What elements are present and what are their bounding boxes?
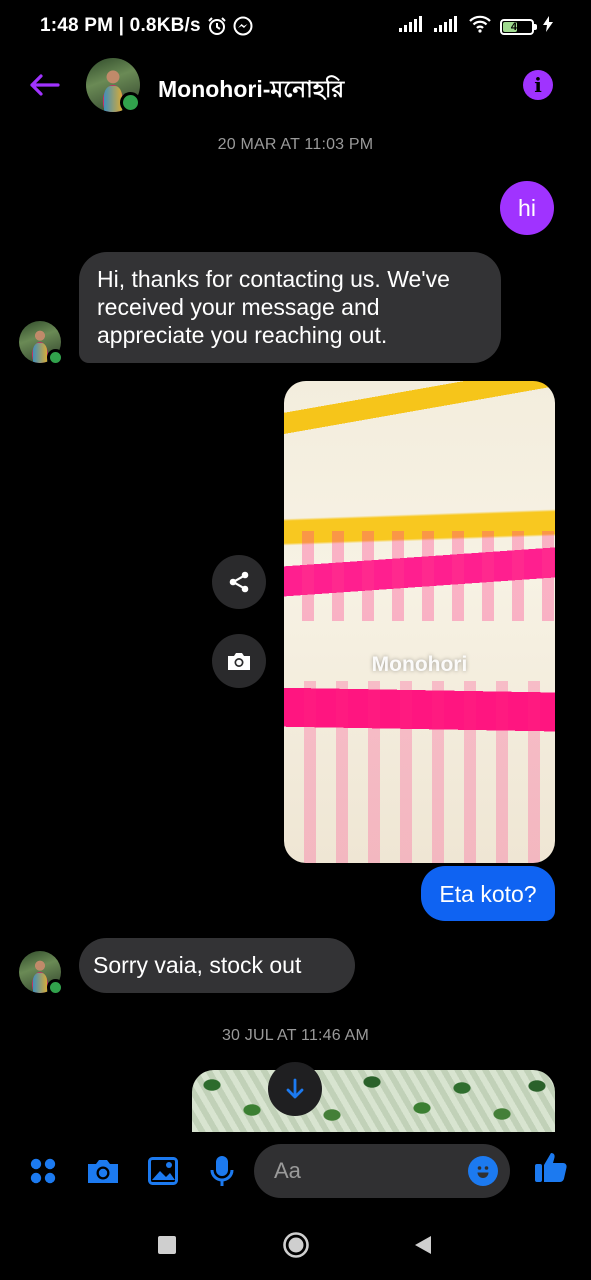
status-time-speed: 1:48 PM | 0.8KB/s bbox=[40, 15, 201, 36]
messenger-screen: 1:48 PM | 0.8KB/s 47 Monohori-মনোহরি i 2… bbox=[0, 0, 591, 1280]
incoming-avatar-2[interactable] bbox=[19, 951, 64, 996]
outgoing-message-hi[interactable]: hi bbox=[500, 181, 554, 235]
like-button[interactable] bbox=[534, 1150, 568, 1184]
timestamp-2: 30 JUL AT 11:46 AM bbox=[221, 1027, 370, 1044]
battery-icon: 47 bbox=[500, 18, 537, 35]
photo-watermark: Monohori bbox=[371, 653, 468, 676]
messenger-notification-icon bbox=[233, 16, 253, 36]
scroll-to-bottom-button[interactable] bbox=[268, 1062, 322, 1116]
triangle-back-icon bbox=[415, 1236, 431, 1254]
contact-name[interactable]: Monohori-মনোহরি bbox=[158, 71, 344, 110]
square-icon bbox=[158, 1236, 176, 1254]
system-navigation-bar bbox=[0, 1210, 591, 1280]
image-icon bbox=[148, 1157, 178, 1185]
online-indicator bbox=[120, 92, 141, 113]
emoji-button[interactable] bbox=[468, 1156, 498, 1186]
gallery-button[interactable] bbox=[146, 1154, 180, 1188]
signal-icon-1 bbox=[399, 16, 425, 37]
wifi-icon bbox=[469, 15, 491, 38]
thumbs-up-icon bbox=[535, 1153, 567, 1182]
chat-header: Monohori-মনোহরি i bbox=[0, 54, 591, 118]
camera-search-button[interactable] bbox=[212, 634, 266, 688]
arrow-down-icon bbox=[286, 1078, 304, 1099]
back-arrow-icon bbox=[30, 74, 60, 96]
signal-icon-2 bbox=[434, 16, 460, 37]
recents-button[interactable] bbox=[158, 1236, 176, 1259]
incoming-message-auto-reply[interactable]: Hi, thanks for contacting us. We've rece… bbox=[79, 252, 501, 363]
incoming-avatar-1[interactable] bbox=[19, 321, 64, 366]
four-dots-icon bbox=[30, 1158, 56, 1184]
home-button[interactable] bbox=[282, 1231, 310, 1264]
message-input[interactable] bbox=[272, 1157, 456, 1185]
status-bar: 1:48 PM | 0.8KB/s 47 bbox=[0, 0, 591, 54]
incoming-message-reply[interactable]: Sorry vaia, stock out bbox=[79, 938, 355, 993]
info-button[interactable]: i bbox=[523, 70, 553, 100]
camera-icon bbox=[228, 653, 250, 670]
status-right: 47 bbox=[399, 15, 553, 38]
photo-message-saree[interactable]: Monohori bbox=[284, 381, 555, 863]
back-button[interactable] bbox=[24, 68, 64, 102]
battery-tip bbox=[534, 23, 537, 30]
info-icon: i bbox=[534, 73, 542, 97]
outgoing-message-question[interactable]: Eta koto? bbox=[421, 866, 555, 921]
status-left: 1:48 PM | 0.8KB/s bbox=[40, 15, 253, 37]
microphone-icon bbox=[210, 1156, 234, 1186]
camera-button[interactable] bbox=[86, 1154, 120, 1188]
share-icon bbox=[229, 571, 249, 593]
charging-icon bbox=[543, 16, 553, 37]
timestamp-1: 20 MAR AT 11:03 PM bbox=[217, 136, 374, 153]
online-indicator bbox=[47, 349, 64, 366]
message-composer bbox=[0, 1132, 591, 1210]
more-actions-button[interactable] bbox=[26, 1154, 60, 1188]
online-indicator bbox=[47, 979, 64, 996]
share-button[interactable] bbox=[212, 555, 266, 609]
voice-button[interactable] bbox=[205, 1154, 239, 1188]
message-input-box[interactable] bbox=[254, 1144, 510, 1198]
contact-avatar[interactable] bbox=[86, 58, 141, 113]
smiley-icon bbox=[477, 1166, 489, 1178]
camera-icon bbox=[88, 1160, 118, 1183]
battery-level: 47 bbox=[510, 20, 524, 33]
back-nav-button[interactable] bbox=[414, 1235, 432, 1260]
photo-message-leaves[interactable] bbox=[192, 1070, 555, 1132]
alarm-icon bbox=[207, 16, 227, 36]
circle-icon bbox=[283, 1232, 309, 1258]
